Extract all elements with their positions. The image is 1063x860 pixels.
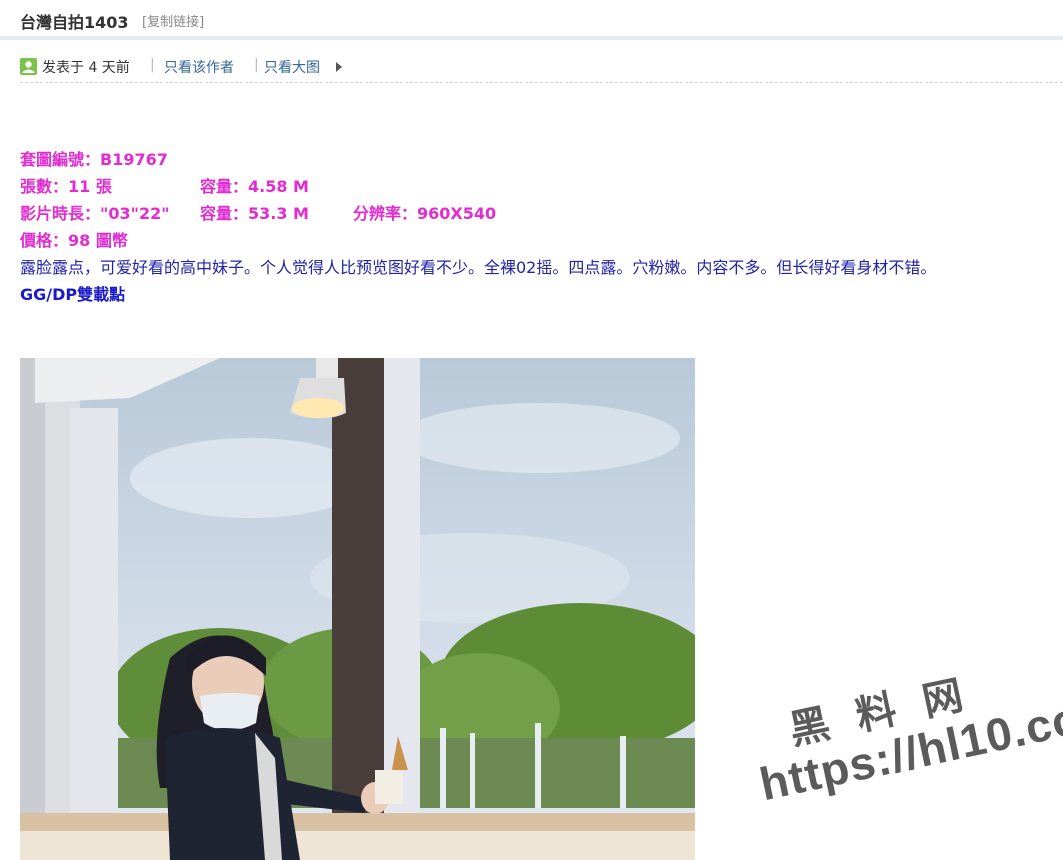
description-line: 露脸露点，可爱好看的高中妹子。个人觉得人比预览图好看不少。全裸02摇。四点露。穴… xyxy=(20,254,936,281)
separator: | xyxy=(254,57,259,73)
watermark: 黑料网 https://hl10.co xyxy=(740,624,1063,825)
post-meta-bar: 发表于 4 天前 | 只看该作者 | 只看大图 xyxy=(20,54,1063,83)
preview-photo[interactable] xyxy=(20,358,695,860)
set-id: 套圖編號：B19767 xyxy=(20,150,168,169)
image-size: 容量：4.58 M xyxy=(200,177,309,196)
download-link[interactable]: GG/DP雙載點 xyxy=(20,285,125,304)
video-resolution: 分辨率：960X540 xyxy=(353,204,497,223)
video-line: 影片時長："03"22" 容量：53.3 M 分辨率：960X540 xyxy=(20,200,936,227)
description: 露脸露点，可爱好看的高中妹子。个人觉得人比预览图好看不少。全裸02摇。四点露。穴… xyxy=(20,258,937,277)
image-count: 張數：11 張 xyxy=(20,177,112,196)
price-line: 價格：98 圖幣 xyxy=(20,227,936,254)
post-time: 发表于 4 天前 xyxy=(42,60,130,76)
video-duration: 影片時長："03"22" xyxy=(20,204,170,223)
set-id-line: 套圖編號：B19767 xyxy=(20,146,936,173)
triangle-right-icon[interactable] xyxy=(336,62,342,72)
post-content: 套圖編號：B19767 張數：11 張 容量：4.58 M 影片時長："03"2… xyxy=(20,146,936,308)
copy-link-button[interactable]: [复制链接] xyxy=(142,11,204,30)
count-line: 張數：11 張 容量：4.58 M xyxy=(20,173,936,200)
download-line: GG/DP雙載點 xyxy=(20,281,936,308)
video-size: 容量：53.3 M xyxy=(200,204,309,223)
price: 價格：98 圖幣 xyxy=(20,231,128,250)
thread-header: 台灣自拍1403 [复制链接] xyxy=(0,0,1063,40)
only-large-image-link[interactable]: 只看大图 xyxy=(264,57,320,77)
user-icon xyxy=(20,58,37,75)
only-author-link[interactable]: 只看该作者 xyxy=(164,57,234,77)
thread-title: 台灣自拍1403 xyxy=(20,13,129,32)
separator: | xyxy=(150,57,155,73)
